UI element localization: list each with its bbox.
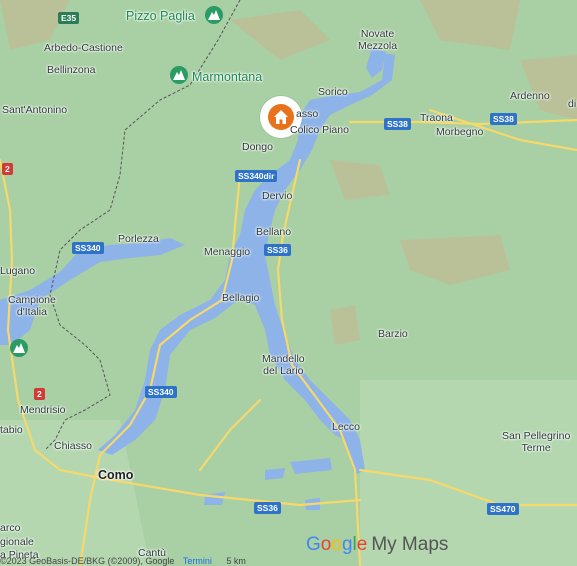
place-label: Colico Piano (290, 124, 349, 136)
place-label: San Pellegrino Terme (502, 430, 571, 454)
place-label: Mendrisio (20, 404, 66, 416)
lake-como (98, 50, 395, 475)
place-label-city: Como (98, 468, 134, 482)
scale-label: 5 km (226, 557, 246, 566)
road-shield: 2 (34, 388, 45, 400)
place-label: Bellinzona (47, 64, 96, 76)
place-label: Sorico (318, 86, 348, 98)
home-icon (274, 110, 288, 124)
attribution-text: ©2023 GeoBasis-DE/BKG (©2009), Google (0, 557, 175, 566)
mountain-icon[interactable] (205, 6, 223, 24)
place-label: Barzio (378, 328, 408, 340)
place-label: Lugano (0, 265, 36, 277)
place-label: asso (296, 108, 319, 120)
road-shield: SS38 (384, 118, 411, 130)
map-canvas[interactable]: Pizzo Paglia Marmontana Arbedo-Castione … (0, 0, 577, 566)
place-label: arco (0, 522, 21, 534)
mountain-icon[interactable] (10, 339, 28, 357)
map-footer: ©2023 GeoBasis-DE/BKG (©2009), Google Te… (0, 557, 577, 566)
place-label: Morbegno (436, 126, 484, 138)
place-label: Bellagio (222, 292, 260, 304)
place-label: Mandello del Lario (262, 353, 305, 377)
place-label: Dongo (242, 141, 273, 153)
road-shield: SS36 (264, 244, 291, 256)
place-label: Dervio (262, 190, 293, 202)
google-my-maps-logo: Google My Maps (306, 534, 449, 555)
place-label: Traona (420, 112, 453, 124)
place-label: Lecco (332, 421, 361, 433)
place-label: Arbedo-Castione (44, 42, 123, 54)
mountain-icon[interactable] (170, 66, 188, 84)
road-shield: SS38 (490, 113, 517, 125)
peak-label-marmontana: Marmontana (192, 70, 263, 84)
place-label: di (568, 98, 577, 110)
map-base-layer (0, 0, 577, 566)
road-shield: 2 (2, 163, 13, 175)
road-shield: SS340 (72, 242, 104, 254)
lake-lugano (0, 238, 185, 345)
place-label: Bellano (256, 226, 292, 238)
terms-link[interactable]: Termini (183, 557, 212, 566)
place-label: Novate Mezzola (358, 28, 398, 52)
place-label: Sant'Antonino (2, 104, 68, 116)
place-label: tabio (0, 424, 23, 436)
place-label: Chiasso (54, 440, 92, 452)
road-shield: E35 (58, 12, 80, 24)
peak-label-pizzo-paglia: Pizzo Paglia (126, 9, 195, 23)
place-label: Ardenno (510, 90, 550, 102)
road-shield: SS340dir (235, 170, 278, 182)
road-shield: SS36 (254, 502, 281, 514)
place-label: Campione d'Italia (8, 294, 56, 318)
road-shield: SS340 (145, 386, 177, 398)
road-shield: SS470 (487, 503, 519, 515)
place-label: Porlezza (118, 233, 159, 245)
place-label: gionale (0, 536, 34, 548)
place-label: Menaggio (204, 246, 251, 258)
